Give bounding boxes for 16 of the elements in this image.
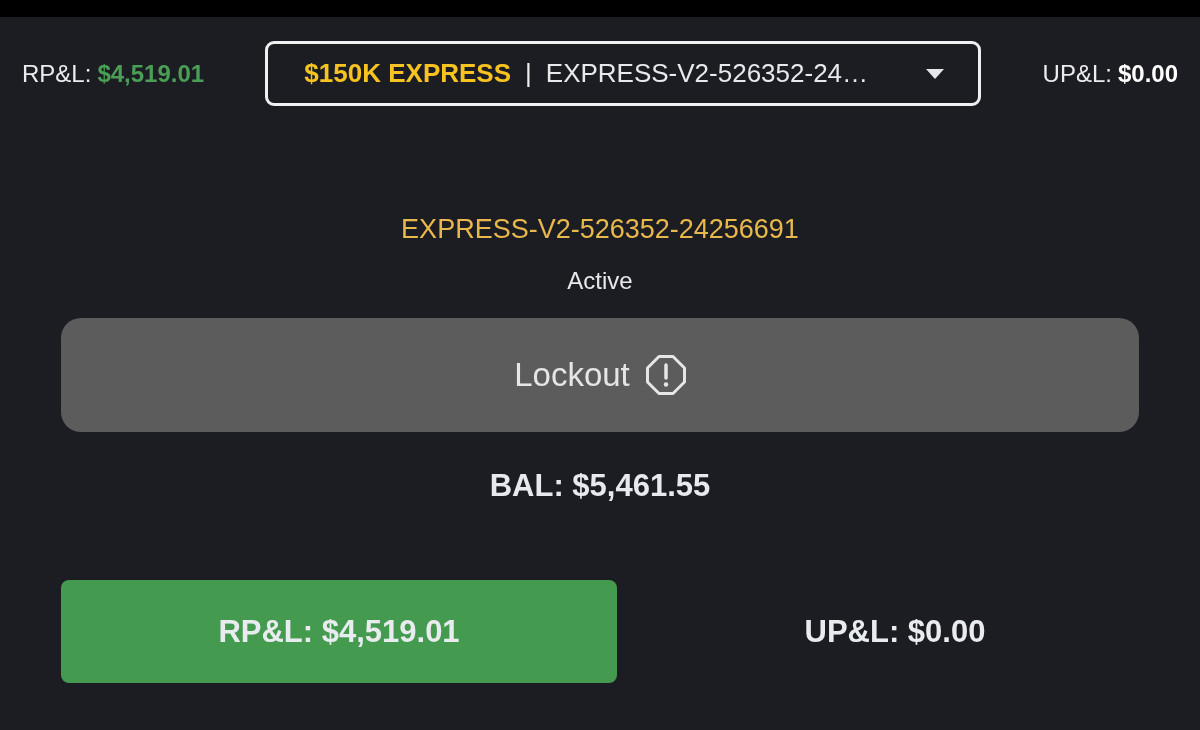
pnl-card: RP&L: $4,519.01 bbox=[61, 580, 617, 683]
pnl-summary-text: UP&L: $0.00 bbox=[804, 613, 986, 650]
account-dropdown[interactable]: $150K EXPRESS | EXPRESS-V2-526352-24… bbox=[265, 41, 982, 106]
unrealized-pnl-label: UP&L: bbox=[1042, 59, 1112, 88]
alert-octagon-icon bbox=[645, 355, 686, 395]
balance-text: BAL: $5,461.55 bbox=[489, 468, 711, 504]
unrealized-pnl-value: $0.00 bbox=[1117, 59, 1178, 88]
plan-name-text: $150K EXPRESS bbox=[304, 58, 512, 89]
realized-pnl-value: $4,519.01 bbox=[97, 59, 205, 88]
account-id-text: EXPRESS-V2-526352-24256691 bbox=[401, 214, 799, 245]
account-status-text: Active bbox=[567, 267, 633, 295]
realized-pnl-label: RP&L: bbox=[22, 59, 92, 88]
separator-text: | bbox=[525, 58, 532, 89]
account-name-text: EXPRESS-V2-526352-24… bbox=[545, 58, 869, 89]
lockout-button[interactable]: Lockout bbox=[61, 318, 1139, 432]
caret-icon bbox=[926, 68, 945, 79]
